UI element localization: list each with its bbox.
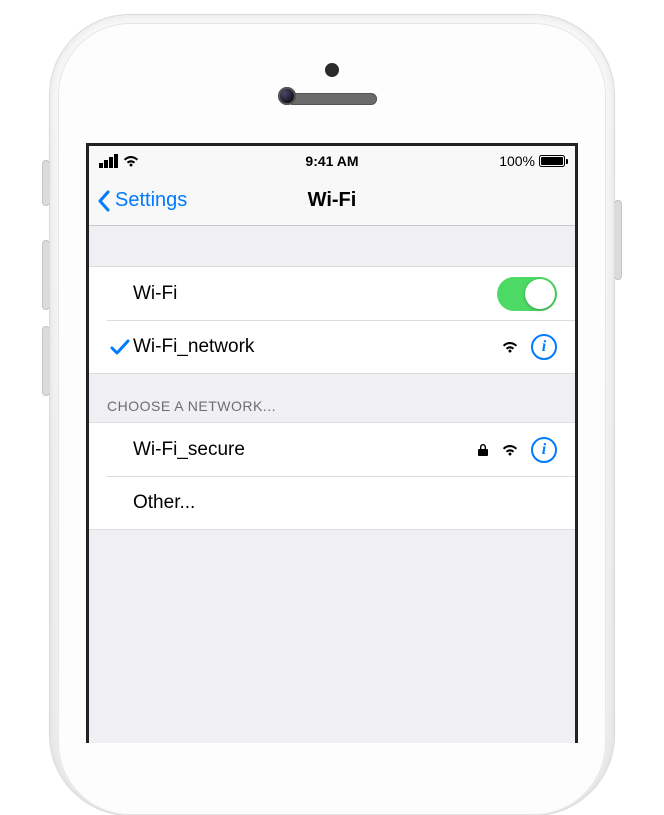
battery-icon	[539, 155, 565, 167]
lock-icon	[477, 443, 489, 457]
chevron-left-icon	[97, 190, 111, 212]
mute-switch	[42, 160, 50, 206]
cellular-signal-icon	[99, 154, 118, 168]
wifi-signal-icon	[501, 340, 519, 354]
wifi-signal-icon	[501, 443, 519, 457]
volume-down-button	[42, 326, 50, 396]
choose-network-header: CHOOSE A NETWORK...	[89, 374, 575, 422]
network-name: Wi-Fi_secure	[107, 439, 477, 461]
wifi-toggle-row: Wi-Fi	[89, 266, 575, 320]
screen: 9:41 AM 100% Settings Wi-Fi	[86, 143, 578, 743]
earpiece-speaker	[287, 93, 377, 105]
status-right: 100%	[499, 153, 565, 169]
front-camera	[278, 87, 296, 105]
nav-bar: Settings Wi-Fi	[89, 176, 575, 226]
back-label: Settings	[115, 189, 187, 212]
proximity-sensor	[325, 63, 339, 77]
power-button	[614, 200, 622, 280]
battery-percent: 100%	[499, 153, 535, 169]
group-spacer	[89, 226, 575, 266]
connected-network-name: Wi-Fi_network	[133, 336, 501, 358]
other-network-row[interactable]: Other...	[89, 476, 575, 530]
info-button[interactable]: i	[531, 437, 557, 463]
other-label: Other...	[107, 492, 557, 514]
wifi-toggle-label: Wi-Fi	[107, 283, 497, 305]
volume-up-button	[42, 240, 50, 310]
back-button[interactable]: Settings	[89, 189, 187, 212]
status-bar: 9:41 AM 100%	[89, 146, 575, 176]
checkmark-icon	[107, 338, 133, 356]
status-left	[99, 154, 140, 168]
phone-body: 9:41 AM 100% Settings Wi-Fi	[50, 15, 614, 815]
info-button[interactable]: i	[531, 334, 557, 360]
device-frame: 9:41 AM 100% Settings Wi-Fi	[0, 0, 664, 620]
network-row[interactable]: Wi-Fi_secure i	[89, 422, 575, 476]
phone-inner: 9:41 AM 100% Settings Wi-Fi	[58, 23, 606, 815]
wifi-status-icon	[122, 154, 140, 168]
connected-network-row[interactable]: Wi-Fi_network i	[89, 320, 575, 374]
wifi-toggle[interactable]	[497, 277, 557, 311]
